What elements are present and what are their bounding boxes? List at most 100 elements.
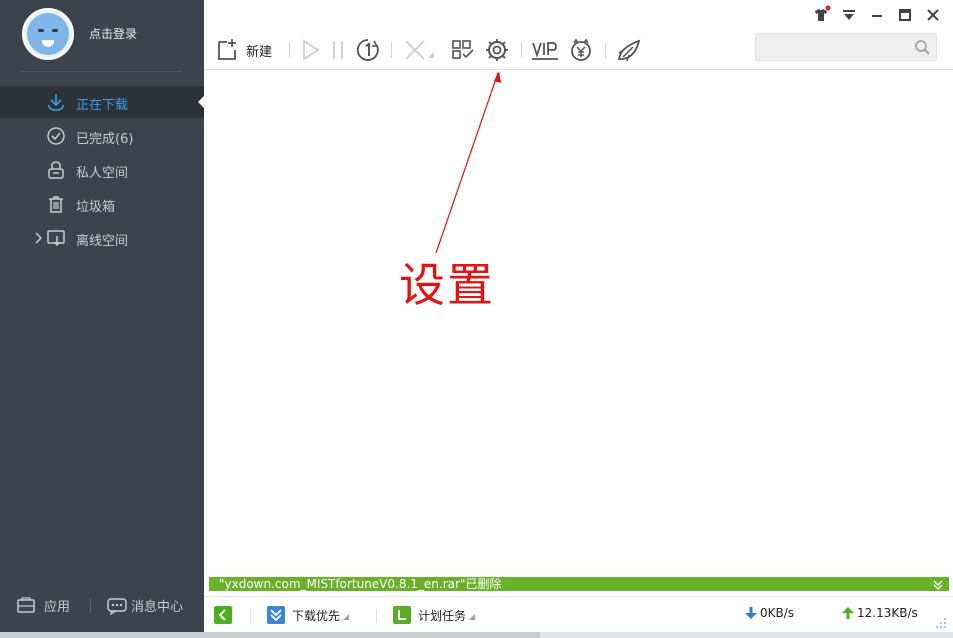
wallet-button[interactable] [568, 36, 594, 64]
login-link[interactable]: 点击登录 [89, 25, 137, 42]
status-bar: 下载优先 计划任务 0KB/s 12.13KB/s [204, 596, 953, 632]
profile-area: 点击登录 [0, 0, 204, 72]
chevron-right-icon[interactable] [33, 231, 43, 245]
close-icon [927, 9, 939, 21]
arrow-left-icon [214, 606, 232, 624]
play-icon [303, 39, 320, 61]
collapse-icon[interactable] [932, 577, 944, 591]
taskbar-strip [0, 632, 953, 638]
priority-icon [267, 606, 285, 624]
skin-button[interactable] [811, 5, 831, 25]
tshirt-icon [815, 5, 831, 21]
sidebar-item-label: 正在下载 [76, 98, 129, 113]
speed-limit-button[interactable] [355, 36, 381, 64]
status-divider [250, 609, 251, 623]
rocket-icon [617, 39, 641, 62]
toolbar-divider [289, 42, 290, 58]
maximize-icon [899, 9, 911, 21]
message-center-button[interactable]: 消息中心 [107, 596, 183, 615]
profile-divider [20, 71, 182, 72]
taskbar-strip-highlight [540, 632, 953, 638]
notification-bar: "yxdown.com_MISTfortuneV0.8.1_en.rar"已删除 [209, 577, 949, 591]
main-panel: 新建 设置 "yxdown.com_MISTfortuneV0.8.1_en.r… [204, 0, 953, 638]
maximize-button[interactable] [895, 5, 915, 25]
delete-x-icon [405, 40, 434, 60]
start-button[interactable] [300, 36, 322, 64]
settings-button[interactable] [484, 36, 510, 64]
yen-pig-icon [571, 38, 591, 61]
search-input[interactable] [762, 38, 910, 56]
vip-button[interactable] [531, 36, 559, 64]
check-circle-icon [47, 127, 65, 145]
scheduled-task-label: 计划任务 [418, 608, 467, 623]
avatar-eye [52, 29, 58, 32]
download-icon [48, 94, 64, 111]
search-icon[interactable] [914, 39, 930, 55]
pause-icon [333, 41, 343, 59]
toolbar-divider [521, 42, 522, 58]
arrow-down-icon [745, 607, 757, 619]
message-center-label: 消息中心 [131, 600, 184, 615]
upload-speed: 12.13KB/s [841, 606, 918, 620]
avatar-mouth [42, 40, 54, 47]
toolbar-divider [391, 42, 392, 58]
new-task-button[interactable]: 新建 [216, 36, 272, 64]
dropdown-triangle-icon [343, 614, 350, 620]
dropdown-triangle-icon [469, 614, 476, 620]
grid-check-icon [452, 40, 474, 59]
avatar-face-icon [27, 13, 69, 55]
avatar[interactable] [22, 8, 74, 60]
sidebar-footer: 应用 消息中心 [0, 588, 204, 624]
menu-dropdown-button[interactable] [839, 5, 859, 25]
sidebar-item-label: 离线空间 [76, 234, 129, 249]
download-priority-button[interactable]: 下载优先 [267, 606, 350, 624]
speedup-button[interactable] [615, 36, 643, 64]
sidebar-item-trash[interactable]: 垃圾箱 [0, 188, 204, 220]
annotation-arrow [435, 71, 501, 254]
search-box[interactable] [755, 33, 937, 61]
upload-speed-value: 12.13KB/s [857, 606, 918, 620]
notification-text: "yxdown.com_MISTfortuneV0.8.1_en.rar"已删除 [219, 577, 502, 591]
gear-icon [486, 39, 508, 61]
download-speed-value: 0KB/s [760, 606, 795, 620]
trash-icon [49, 196, 63, 213]
minimize-icon [872, 15, 882, 17]
window-controls [811, 5, 943, 25]
apps-label: 应用 [44, 600, 71, 615]
message-icon [107, 597, 127, 615]
toolbar: 新建 [204, 30, 953, 70]
dropdown-menu-icon [843, 10, 855, 20]
status-divider [376, 609, 377, 623]
batch-select-button[interactable] [450, 36, 476, 64]
lock-icon [48, 161, 64, 179]
footer-divider [90, 599, 91, 613]
sidebar-item-label: 私人空间 [76, 166, 129, 181]
vip-icon [532, 42, 558, 60]
new-file-icon [218, 39, 236, 60]
pause-button[interactable] [330, 36, 346, 64]
delete-button[interactable] [402, 36, 436, 64]
minimize-button[interactable] [867, 5, 887, 25]
sidebar-item-completed[interactable]: 已完成(6) [0, 120, 204, 152]
sidebar-item-offline-space[interactable]: 离线空间 [0, 222, 204, 254]
annotation-label: 设置 [399, 258, 495, 312]
arrow-up-icon [842, 607, 854, 619]
cloud-download-icon [47, 230, 65, 247]
resize-grip-icon[interactable] [935, 617, 947, 629]
sidebar-item-label: 已完成(6) [76, 132, 134, 147]
toolbar-divider [605, 42, 606, 58]
scheduled-task-button[interactable]: 计划任务 [393, 606, 476, 624]
sidebar-item-private-space[interactable]: 私人空间 [0, 154, 204, 186]
close-button[interactable] [923, 5, 943, 25]
download-speed: 0KB/s [744, 606, 794, 620]
apps-button[interactable]: 应用 [16, 596, 70, 615]
sidebar: 点击登录 正在下载 已完成(6) 私人空间 垃圾箱 离线空间 应用 消息中心 [0, 0, 204, 638]
new-task-label: 新建 [246, 44, 273, 60]
sidebar-item-downloading[interactable]: 正在下载 [0, 86, 204, 118]
avatar-eye [38, 29, 44, 32]
apps-icon [17, 596, 35, 613]
download-list-area: 设置 [204, 71, 953, 577]
timer-one-icon [356, 39, 379, 61]
download-priority-label: 下载优先 [292, 608, 341, 623]
sidebar-toggle-button[interactable] [214, 606, 232, 624]
